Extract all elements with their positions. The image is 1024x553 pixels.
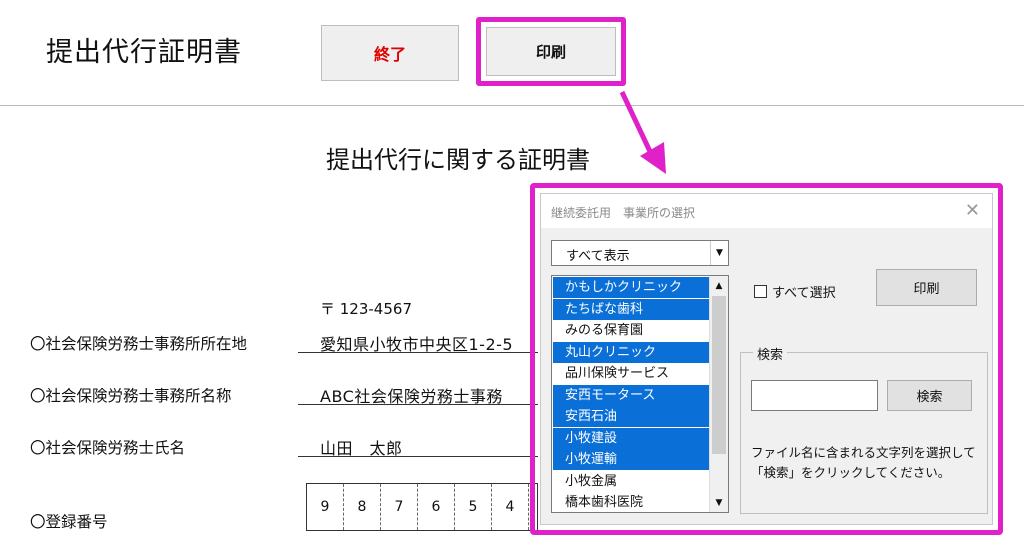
registration-label: 〇登録番号 [30, 513, 108, 531]
office-listbox[interactable]: かもしかクリニック たちばな歯科 みのる保育園 丸山クリニック 品川保険サービス 安西モー… [551, 275, 729, 513]
address-underline [298, 352, 538, 353]
end-button[interactable]: 終了 [321, 25, 459, 81]
select-all-label: すべて選択 [772, 286, 836, 301]
dialog-title: 継続委託用 事業所の選択 [551, 206, 696, 220]
person-name-underline [298, 456, 538, 457]
filter-value: すべて表示 [566, 249, 630, 264]
document-heading: 提出代行に関する証明書 [326, 146, 590, 174]
office-name-underline [298, 404, 538, 405]
list-item[interactable]: たちばな歯科 [553, 298, 709, 320]
scrollbar-thumb[interactable] [712, 296, 726, 454]
print-button[interactable]: 印刷 [486, 27, 616, 76]
search-button[interactable]: 検索 [887, 380, 972, 411]
filter-dropdown[interactable]: すべて表示 ▼ [551, 240, 729, 266]
list-item[interactable]: 小牧運輸 [553, 449, 709, 470]
registration-digit: 9 [307, 484, 344, 530]
search-group: 検索 検索 ファイル名に含まれる文字列を選択して「検索」をクリックしてください。 [740, 344, 988, 514]
search-group-label: 検索 [753, 344, 788, 363]
postal-code: 〒 123-4567 [320, 300, 412, 318]
scroll-down-icon[interactable]: ▼ [711, 494, 727, 511]
checkbox-box[interactable] [754, 285, 767, 298]
office-select-dialog: 継続委託用 事業所の選択 ✕ すべて表示 ▼ かもしかクリニック たちばな歯科 みの… [540, 193, 993, 525]
registration-digit: 7 [381, 484, 418, 530]
header-divider [0, 105, 1024, 106]
list-item[interactable]: 丸山クリニック [553, 341, 709, 363]
list-item[interactable]: 品川保険サービス [553, 363, 709, 384]
registration-digit: 8 [344, 484, 381, 530]
dialog-print-button[interactable]: 印刷 [876, 269, 977, 306]
print-button-highlight: 印刷 [476, 17, 626, 86]
close-icon[interactable]: ✕ [965, 200, 980, 221]
list-item[interactable]: 橋本歯科医院 [553, 492, 709, 512]
chevron-down-icon[interactable]: ▼ [710, 241, 728, 265]
dialog-titlebar[interactable]: 継続委託用 事業所の選択 ✕ [541, 194, 992, 228]
scroll-up-icon[interactable]: ▲ [711, 277, 727, 294]
list-item[interactable]: 小牧金属 [553, 471, 709, 492]
list-item[interactable]: みのる保育園 [553, 320, 709, 341]
dialog-highlight: 継続委託用 事業所の選択 ✕ すべて表示 ▼ かもしかクリニック たちばな歯科 みの… [530, 183, 1003, 535]
registration-number-box: 9 8 7 6 5 4 [306, 483, 538, 531]
sheet-title: 提出代行証明書 [46, 37, 242, 68]
registration-digit: 5 [455, 484, 492, 530]
address-label: 〇社会保険労務士事務所所在地 [30, 335, 248, 353]
registration-digit: 4 [492, 484, 529, 530]
callout-arrow-icon [619, 90, 666, 174]
list-item[interactable]: 安西石油 [553, 406, 709, 427]
registration-digit: 6 [418, 484, 455, 530]
listbox-scrollbar[interactable]: ▲ ▼ [709, 276, 728, 512]
search-help-text: ファイル名に含まれる文字列を選択して「検索」をクリックしてください。 [751, 445, 976, 480]
person-name-label: 〇社会保険労務士氏名 [30, 439, 186, 457]
list-item[interactable]: 安西モータース [553, 384, 709, 406]
office-name-label: 〇社会保険労務士事務所名称 [30, 387, 232, 405]
search-input[interactable] [751, 380, 878, 411]
list-item[interactable]: 小牧建設 [553, 427, 709, 449]
list-item[interactable]: かもしかクリニック [553, 277, 709, 298]
select-all-checkbox[interactable]: すべて選択 [754, 282, 836, 301]
